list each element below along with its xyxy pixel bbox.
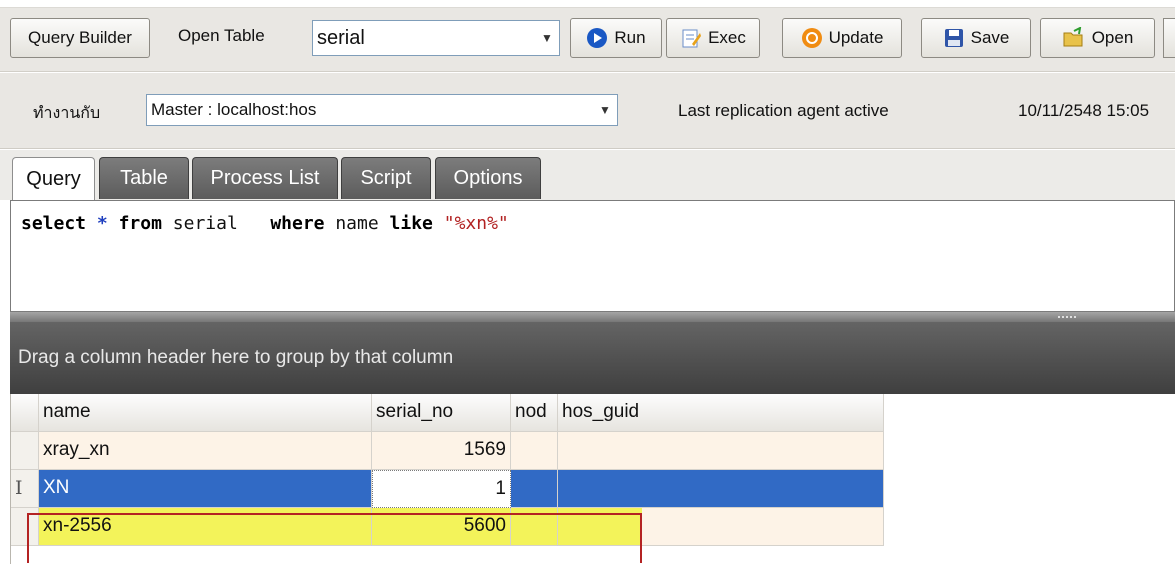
- sql-keyword: select: [21, 213, 87, 234]
- annotation-highlight-box: [27, 513, 642, 563]
- table-cell[interactable]: [511, 470, 558, 508]
- exec-button[interactable]: Exec: [666, 18, 760, 58]
- column-header-label: name: [43, 401, 91, 422]
- open-label: Open: [1091, 28, 1134, 47]
- exec-label: Exec: [708, 28, 746, 47]
- save-label: Save: [970, 28, 1010, 47]
- column-header-label: serial_no: [376, 401, 454, 422]
- cell-text: 1569: [463, 439, 506, 460]
- column-header-node[interactable]: nod: [511, 394, 558, 432]
- tab-query[interactable]: Query: [12, 157, 95, 201]
- sql-keyword: like: [389, 213, 433, 234]
- column-header-label: nod: [515, 401, 547, 422]
- tab-table[interactable]: Table: [99, 157, 189, 199]
- column-header-label: hos_guid: [562, 401, 640, 422]
- open-table-label: Open Table: [178, 26, 265, 45]
- open-folder-icon: [1063, 27, 1083, 47]
- splitter-grip-icon: [1058, 316, 1076, 318]
- floppy-disk-icon: [944, 29, 963, 47]
- run-label: Run: [614, 28, 646, 47]
- open-table-value: serial: [317, 27, 365, 49]
- replication-status-text: Last replication agent active: [678, 101, 889, 120]
- toolbar-top-edge: [0, 0, 1175, 8]
- group-by-hint: Drag a column header here to group by th…: [18, 347, 454, 368]
- run-icon: [587, 28, 608, 48]
- save-button[interactable]: Save: [921, 18, 1031, 58]
- table-cell[interactable]: xray_xn: [39, 432, 372, 470]
- chevron-down-icon[interactable]: ▼: [535, 21, 559, 55]
- tab-process-list[interactable]: Process List: [192, 157, 338, 199]
- update-icon: [801, 28, 822, 48]
- server-value: Master : localhost:hos: [151, 100, 317, 119]
- table-cell-filler: [642, 508, 884, 546]
- sql-editor[interactable]: select * from serial where name like "%x…: [10, 200, 1175, 312]
- splitter-handle[interactable]: [10, 312, 1175, 322]
- exec-icon: [682, 29, 702, 48]
- server-select[interactable]: Master : localhost:hos ▼: [146, 94, 618, 126]
- cell-text: 1: [495, 478, 506, 499]
- open-table-select[interactable]: serial ▼: [312, 20, 560, 56]
- replication-timestamp: 10/11/2548 15:05: [1018, 101, 1150, 120]
- row-indicator-header: [11, 394, 39, 432]
- work-with-label: ทำงานกับ: [33, 105, 101, 122]
- query-builder-button[interactable]: Query Builder: [10, 18, 150, 58]
- table-cell[interactable]: [558, 470, 884, 508]
- sql-keyword: from: [118, 213, 162, 234]
- row-indicator[interactable]: [11, 432, 39, 470]
- sql-keyword: where: [270, 213, 325, 234]
- tab-script[interactable]: Script: [341, 157, 431, 199]
- table-cell[interactable]: 1569: [372, 432, 511, 470]
- sql-string: "%xn%": [443, 213, 509, 234]
- toolbar-overflow-button[interactable]: [1163, 18, 1175, 58]
- sql-identifier: serial: [172, 213, 238, 234]
- tab-label: Query: [26, 168, 81, 190]
- column-header-name[interactable]: name: [39, 394, 372, 432]
- row-indicator[interactable]: I: [11, 470, 39, 508]
- column-header-hos-guid[interactable]: hos_guid: [558, 394, 884, 432]
- tab-options[interactable]: Options: [435, 157, 541, 199]
- tab-label: Script: [360, 167, 412, 189]
- table-cell-focused[interactable]: 1: [372, 470, 511, 508]
- table-cell[interactable]: [511, 432, 558, 470]
- column-header-serial-no[interactable]: serial_no: [372, 394, 511, 432]
- chevron-down-icon[interactable]: ▼: [593, 95, 617, 125]
- update-button[interactable]: Update: [782, 18, 902, 58]
- sql-identifier: name: [335, 213, 379, 234]
- cell-text: XN: [43, 477, 70, 498]
- table-cell[interactable]: XN: [39, 470, 372, 508]
- edit-cursor-icon: I: [15, 477, 23, 499]
- table-cell[interactable]: [558, 432, 884, 470]
- group-by-panel[interactable]: Drag a column header here to group by th…: [10, 322, 1175, 394]
- sql-operator: *: [96, 213, 108, 234]
- tab-label: Process List: [210, 167, 320, 189]
- open-button[interactable]: Open: [1040, 18, 1155, 58]
- query-builder-label: Query Builder: [28, 28, 132, 47]
- update-label: Update: [828, 28, 884, 47]
- tab-label: Table: [120, 167, 168, 189]
- tab-label: Options: [453, 167, 523, 189]
- cell-text: xray_xn: [43, 439, 110, 460]
- run-button[interactable]: Run: [570, 18, 662, 58]
